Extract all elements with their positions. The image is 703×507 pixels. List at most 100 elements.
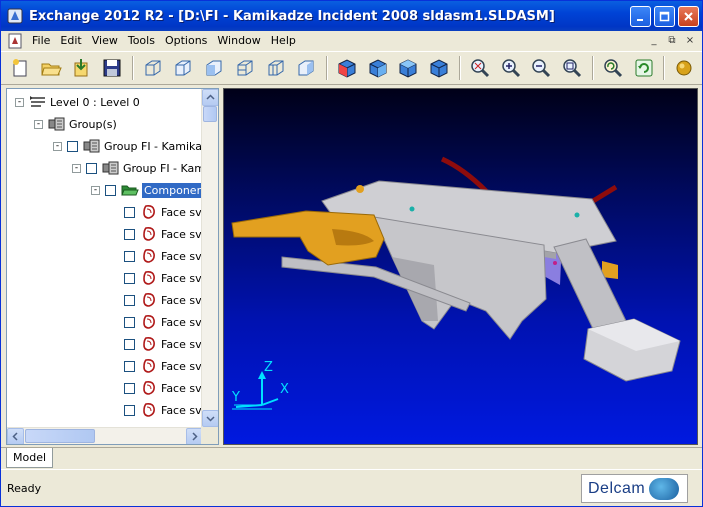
- menu-view[interactable]: View: [87, 34, 123, 47]
- expand-toggle[interactable]: -: [72, 163, 81, 173]
- tree-item[interactable]: Face sv: [110, 268, 202, 288]
- tab-model[interactable]: Model: [6, 448, 54, 468]
- menu-edit[interactable]: Edit: [55, 34, 86, 47]
- chevron-up-icon: [206, 94, 215, 100]
- tree-horizontal-scrollbar[interactable]: [7, 427, 203, 444]
- new-icon: [12, 59, 27, 77]
- mdi-close-button[interactable]: ×: [682, 33, 698, 47]
- scroll-down-button[interactable]: [202, 410, 218, 427]
- tree-item[interactable]: - Component: [91, 180, 203, 200]
- tree-checkbox[interactable]: [124, 360, 135, 372]
- scroll-thumb[interactable]: [203, 106, 217, 122]
- tree-item[interactable]: - Level 0 : Level 0: [15, 92, 140, 112]
- tree-checkbox[interactable]: [86, 162, 97, 174]
- menu-window[interactable]: Window: [212, 34, 265, 47]
- sphere-button[interactable]: [671, 55, 697, 81]
- zoom-out-button[interactable]: [529, 55, 555, 81]
- expand-toggle[interactable]: -: [34, 119, 43, 129]
- refresh-button[interactable]: [631, 55, 657, 81]
- face-icon: [140, 380, 158, 396]
- expand-toggle[interactable]: -: [15, 97, 24, 107]
- shade-4-button[interactable]: [426, 55, 452, 81]
- view-iso-4-button[interactable]: [232, 55, 258, 81]
- scroll-left-button[interactable]: [7, 428, 24, 444]
- expand-toggle[interactable]: -: [91, 185, 100, 195]
- model-tree[interactable]: - Level 0 : Level 0- Group(s) - Group FI - K…: [7, 89, 203, 427]
- tree-checkbox[interactable]: [124, 404, 135, 416]
- app-icon[interactable]: [7, 8, 23, 24]
- shade-2-button[interactable]: [365, 55, 391, 81]
- zoom-in-button[interactable]: [498, 55, 524, 81]
- tree-checkbox[interactable]: [124, 228, 135, 240]
- view-cube-icon: [175, 60, 191, 76]
- assembly-model[interactable]: Z Y X: [224, 89, 698, 445]
- red-wire: [440, 156, 488, 193]
- maximize-button[interactable]: [654, 6, 675, 27]
- tree-item-label: Group FI - Kamikadz: [104, 139, 203, 153]
- tree-checkbox[interactable]: [124, 316, 135, 328]
- close-button[interactable]: [678, 6, 699, 27]
- tree-checkbox[interactable]: [67, 140, 78, 152]
- shade-1-button[interactable]: [334, 55, 360, 81]
- expand-toggle[interactable]: -: [53, 141, 62, 151]
- group-icon: [48, 116, 66, 132]
- zoom-all-button[interactable]: [467, 55, 493, 81]
- tree-checkbox[interactable]: [124, 250, 135, 262]
- tree-item[interactable]: Face sv: [110, 312, 202, 332]
- tree-item[interactable]: Face sv: [110, 224, 202, 244]
- view-iso-1-button[interactable]: [140, 55, 166, 81]
- tree-checkbox[interactable]: [124, 206, 135, 218]
- tree-checkbox[interactable]: [124, 382, 135, 394]
- tree-item[interactable]: Face sv: [110, 378, 202, 398]
- import-button[interactable]: [68, 55, 94, 81]
- menu-options[interactable]: Options: [160, 34, 212, 47]
- scroll-thumb[interactable]: [25, 429, 95, 443]
- tree-item[interactable]: Face sv: [110, 334, 202, 354]
- view-iso-5-button[interactable]: [263, 55, 289, 81]
- model-tree-panel[interactable]: - Level 0 : Level 0- Group(s) - Group FI - K…: [6, 88, 219, 445]
- document-icon[interactable]: [7, 33, 23, 49]
- menu-file[interactable]: File: [27, 34, 55, 47]
- tree-checkbox[interactable]: [124, 338, 135, 350]
- view-iso-6-button[interactable]: [293, 55, 319, 81]
- chevron-right-icon: [192, 432, 198, 441]
- minimize-button[interactable]: [630, 6, 651, 27]
- tree-item[interactable]: - Group FI - Kami: [72, 158, 203, 178]
- mdi-minimize-button[interactable]: _: [646, 33, 662, 47]
- tree-item[interactable]: Face sv: [110, 202, 202, 222]
- view-iso-3-button[interactable]: [201, 55, 227, 81]
- face-icon: [140, 292, 158, 308]
- tree-item[interactable]: - Group FI - Kamikadz: [53, 136, 203, 156]
- tree-item[interactable]: - Group(s): [34, 114, 117, 134]
- zoom-window-button[interactable]: [559, 55, 585, 81]
- tree-item[interactable]: Face sv: [110, 290, 202, 310]
- axis-y-label: Y: [231, 390, 240, 405]
- tree-item[interactable]: Face sv: [110, 246, 202, 266]
- shade-3-button[interactable]: [396, 55, 422, 81]
- view-cube-icon: [145, 60, 161, 76]
- undo-view-button[interactable]: [600, 55, 626, 81]
- tree-checkbox[interactable]: [105, 184, 116, 196]
- open-button[interactable]: [38, 55, 64, 81]
- minimize-icon: [637, 19, 643, 21]
- face-icon: [140, 248, 158, 264]
- tree-checkbox[interactable]: [124, 294, 135, 306]
- new-button[interactable]: [7, 55, 33, 81]
- tree-item-label: Face sv: [161, 205, 202, 219]
- tree-vertical-scrollbar[interactable]: [201, 89, 218, 427]
- open-folder-icon: [40, 63, 62, 76]
- mdi-restore-button[interactable]: ⧉: [664, 33, 680, 47]
- face-icon: [140, 358, 158, 374]
- save-button[interactable]: [99, 55, 125, 81]
- scroll-up-button[interactable]: [202, 89, 218, 106]
- view-iso-2-button[interactable]: [171, 55, 197, 81]
- toolbar-separator: [663, 56, 666, 80]
- tree-item[interactable]: Face sv: [110, 356, 202, 376]
- import-icon: [74, 59, 88, 77]
- tree-item[interactable]: Face sv: [110, 400, 202, 420]
- menu-help[interactable]: Help: [266, 34, 301, 47]
- menu-tools[interactable]: Tools: [123, 34, 160, 47]
- 3d-viewport[interactable]: Z Y X: [223, 88, 698, 445]
- tree-checkbox[interactable]: [124, 272, 135, 284]
- title-bar[interactable]: Exchange 2012 R2 - [D:\FI - Kamikadze In…: [1, 1, 702, 31]
